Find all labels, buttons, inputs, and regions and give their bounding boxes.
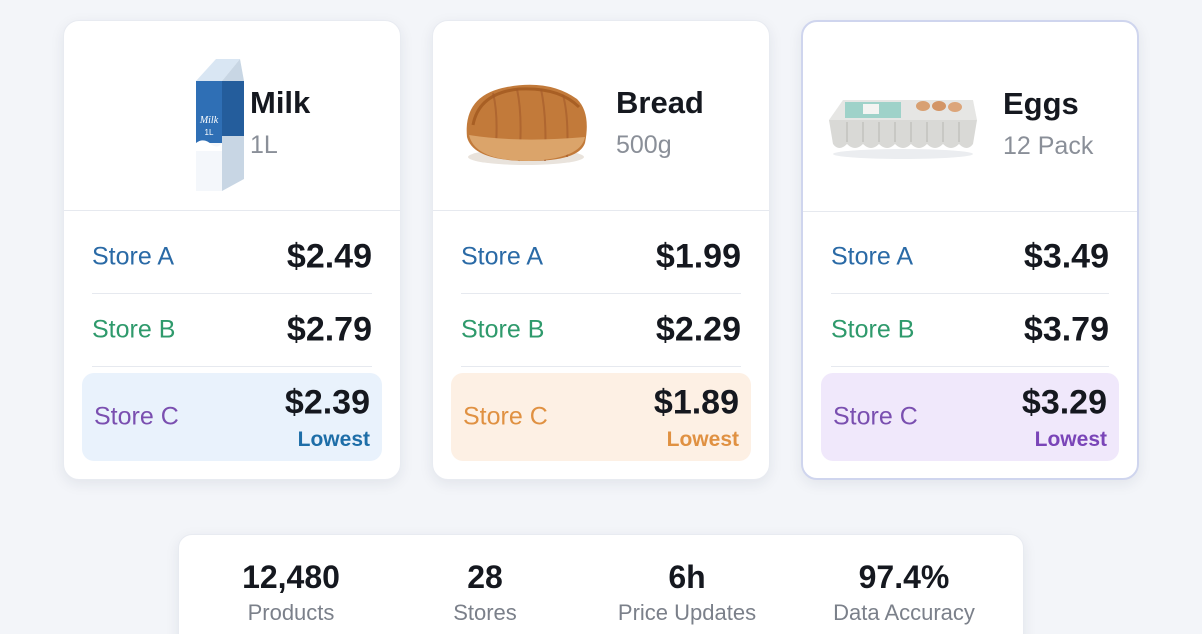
store-label: Store B [461,315,545,344]
store-label: Store C [833,402,918,431]
price-row-store-b: Store B $2.29 [461,294,741,367]
price-row-store-b: Store B $3.79 [831,294,1109,367]
svg-text:1L: 1L [205,128,214,137]
price-value: $3.49 [1023,237,1109,276]
price-value: $2.29 [655,310,741,349]
price-row-store-a: Store A $3.49 [831,221,1109,294]
lowest-price-row-store-c: Store C $1.89 Lowest [451,373,751,461]
stat-value: 12,480 [242,559,340,595]
price-value: $2.39 [284,383,370,422]
product-size: 1L [250,131,278,159]
product-card-milk[interactable]: Milk 1L Milk 1L Store A $2.49 Store B $2… [63,20,401,480]
price-value: $3.79 [1023,310,1109,349]
price-value: $1.99 [655,237,741,276]
price-value: $2.49 [286,237,372,276]
product-header: Bread 500g [433,21,769,211]
stat-value: 97.4% [858,559,950,595]
product-header: Eggs 12 Pack [803,22,1137,212]
stat-price-updates: 6h Price Updates [587,559,787,626]
product-size: 12 Pack [1003,132,1094,160]
product-card-eggs[interactable]: Eggs 12 Pack Store A $3.49 Store B $3.79… [801,20,1139,480]
milk-carton-icon: Milk 1L [196,59,244,191]
stat-products: 12,480 Products [191,559,391,626]
price-row-store-b: Store B $2.79 [92,294,372,367]
lowest-badge: Lowest [666,428,739,451]
product-size: 500g [616,131,672,159]
price-row-store-a: Store A $1.99 [461,221,741,294]
stat-stores: 28 Stores [385,559,585,626]
store-label: Store B [831,315,915,344]
store-label: Store C [94,402,179,431]
store-label: Store A [831,242,913,271]
bread-loaf-icon [466,84,587,165]
stat-value: 6h [668,559,706,595]
store-label: Store A [461,242,543,271]
product-card-bread[interactable]: Bread 500g Store A $1.99 Store B $2.29 S… [432,20,770,480]
lowest-badge: Lowest [297,428,370,451]
lowest-price-row-store-c: Store C $2.39 Lowest [82,373,382,461]
product-name: Milk [250,85,311,120]
product-name: Bread [616,85,704,120]
lowest-price-row-store-c: Store C $3.29 Lowest [821,373,1119,461]
store-label: Store A [92,242,174,271]
stat-value: 28 [467,559,503,595]
carton-text: Milk [199,115,219,126]
price-row-store-a: Store A $2.49 [92,221,372,294]
stats-panel: 12,480 Products 28 Stores 6h Price Updat… [178,534,1024,634]
price-value: $1.89 [653,383,739,422]
store-label: Store B [92,315,176,344]
price-value: $3.29 [1021,383,1107,422]
lowest-badge: Lowest [1034,428,1107,451]
product-name: Eggs [1003,86,1079,121]
stat-data-accuracy: 97.4% Data Accuracy [804,559,1004,626]
price-value: $2.79 [286,310,372,349]
stat-label: Price Updates [617,600,757,625]
egg-carton-icon [829,100,977,159]
stat-label: Data Accuracy [833,600,975,625]
product-header: Milk 1L Milk 1L [64,21,400,211]
stat-label: Stores [453,600,517,625]
store-label: Store C [463,402,548,431]
stat-label: Products [247,600,335,625]
